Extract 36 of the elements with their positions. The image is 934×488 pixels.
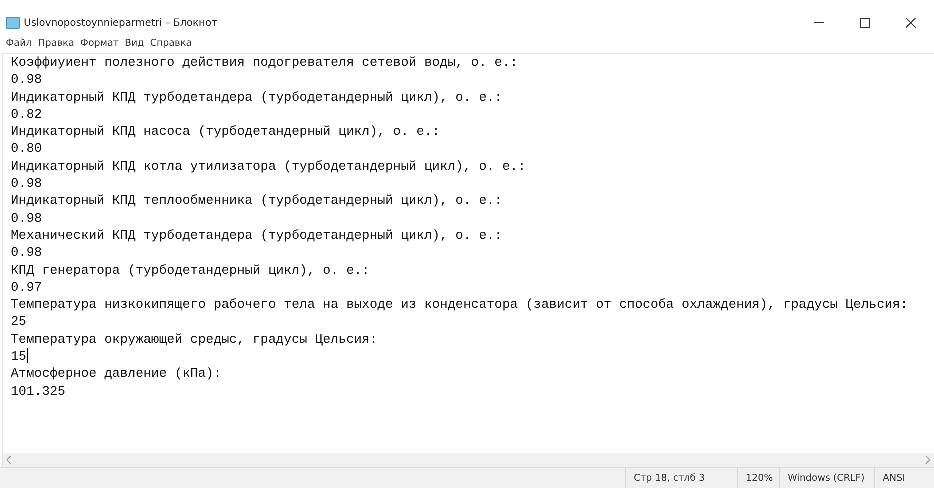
text-line: Механический КПД турбодетандера (турбодетандерный цикл), о. е.:: [11, 226, 502, 244]
text-line: 0.98: [11, 175, 42, 192]
window-title: Uslovnopostoynnieparmetri – Блокнот: [24, 18, 218, 28]
status-item: Windows (CRLF): [779, 468, 874, 488]
text-line: Коэффиуиент полезного действия подогревателя сетевой воды, о. е.:: [11, 54, 518, 72]
text-line: Индикаторный КПД теплообменника (турбодетандерный цикл), о. е.:: [11, 192, 502, 210]
status-item: 120%: [737, 468, 779, 488]
text-line: 0.98: [11, 71, 42, 89]
text-line: Атмосферное давление (кПа):: [11, 365, 222, 383]
maximize-icon: [860, 18, 870, 28]
text-line: Температура низкокипящего рабочего тела на выходе из конденсатора (зависит от способа охлаждения), градусы Цельсия:: [11, 296, 908, 314]
notepad-icon: [6, 17, 20, 29]
menu-item[interactable]: Формат: [80, 38, 119, 49]
text-line: 0.82: [11, 106, 42, 124]
text-line: Индикаторный КПД насоса (турбодетандерный цикл), о. е.:: [11, 123, 440, 140]
text-line: 15: [11, 348, 27, 366]
status-item: ANSI: [874, 468, 934, 488]
scroll-left-icon[interactable]: [7, 456, 12, 464]
menu-item[interactable]: Вид: [124, 38, 144, 49]
text-line: Индикаторный КПД турбодетандера (турбодетандерный цикл), о. е.:: [11, 88, 502, 106]
text-line: Индикаторный КПД котла утилизатора (турбодетандерный цикл), о. е.:: [11, 158, 526, 176]
status-item: Стр 18, стлб 3: [625, 468, 737, 488]
text-line: 0.97: [11, 278, 42, 296]
text-line: Температура окружающей средыс, градусы Цельсия:: [11, 330, 378, 348]
text-line: 0.80: [11, 140, 42, 158]
text-cursor: [26, 348, 28, 364]
menu-item[interactable]: Справка: [150, 38, 192, 49]
scroll-right-icon[interactable]: [925, 456, 930, 464]
text-line: 25: [11, 313, 27, 331]
menu-item[interactable]: Файл: [6, 38, 32, 49]
menu-item[interactable]: Правка: [38, 38, 74, 49]
text-line: 0.98: [11, 210, 42, 227]
text-line: 0.98: [11, 244, 42, 262]
text-line: КПД генератора (турбодетандерный цикл), о. е.:: [11, 262, 370, 279]
text-line: 101.325: [11, 382, 66, 400]
close-icon: [906, 18, 916, 28]
